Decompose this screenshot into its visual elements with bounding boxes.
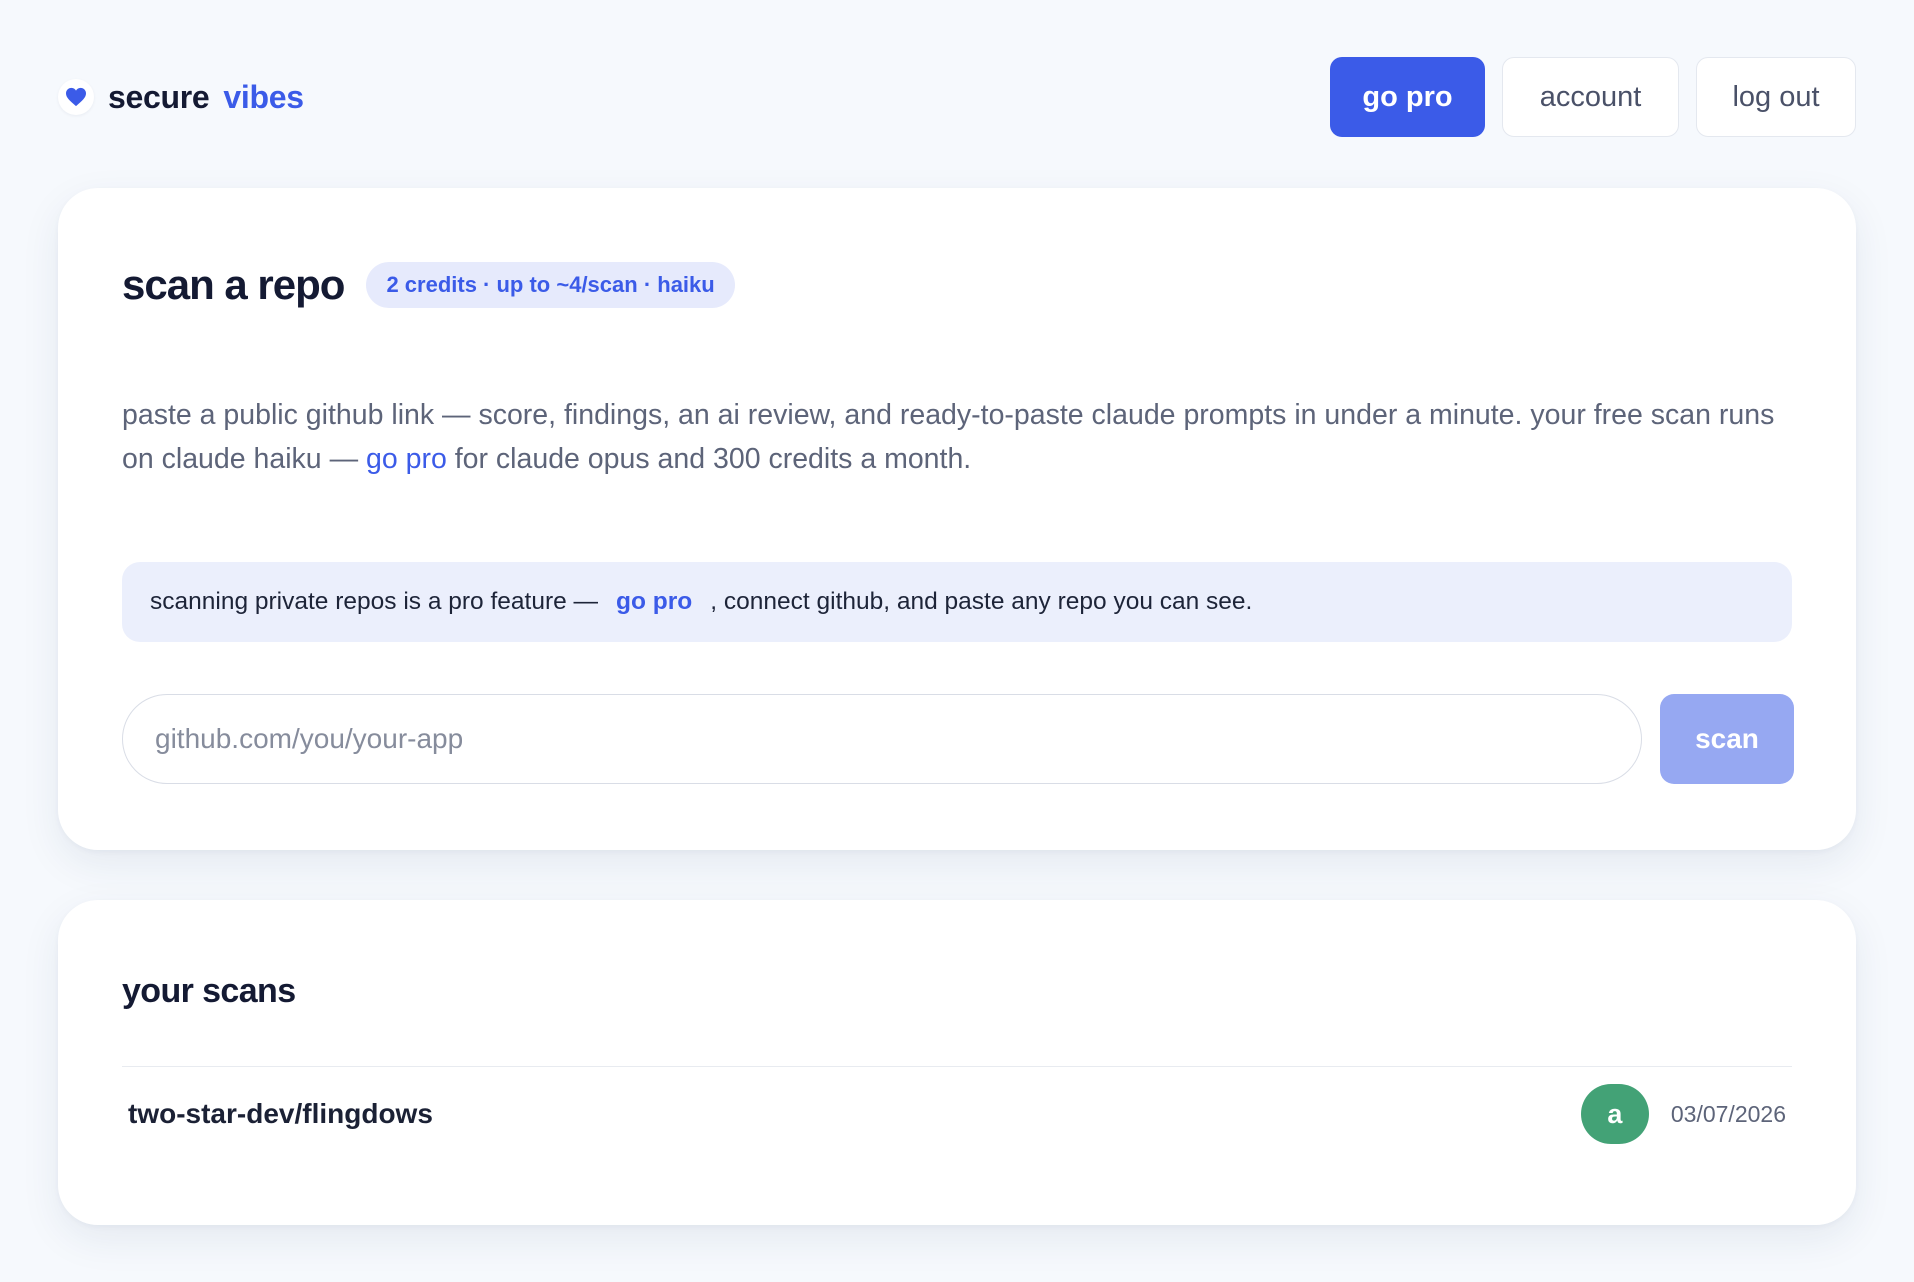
header-nav: go pro account log out	[1330, 57, 1856, 137]
log-out-button[interactable]: log out	[1696, 57, 1856, 137]
notice-text-1: scanning private repos is a pro feature …	[150, 588, 599, 615]
brand-word-secure: secure	[108, 78, 210, 115]
brand-word-vibes: vibes	[223, 78, 304, 115]
scan-list-item[interactable]: two-star-dev/flingdows a 03/07/2026	[122, 1083, 1792, 1145]
heart-icon	[58, 79, 94, 115]
scan-repo-name[interactable]: two-star-dev/flingdows	[122, 1098, 433, 1130]
page: secure vibes go pro account log out scan…	[0, 0, 1914, 1282]
scan-date: 03/07/2026	[1670, 1100, 1786, 1127]
account-button[interactable]: account	[1502, 57, 1679, 137]
credits-badge: 2 credits · up to ~4/scan · haiku	[366, 262, 735, 308]
private-repo-notice: scanning private repos is a pro feature …	[122, 562, 1792, 642]
scan-title-row: scan a repo 2 credits · up to ~4/scan · …	[122, 261, 735, 309]
notice-text-2: , connect github, and paste any repo you…	[710, 588, 1253, 615]
go-pro-button[interactable]: go pro	[1330, 57, 1485, 137]
grade-badge: a	[1580, 1084, 1649, 1144]
description-text-2: for claude opus and 300 credits a month.	[446, 443, 972, 475]
brand-name: secure vibes	[108, 79, 304, 116]
your-scans-card: your scans two-star-dev/flingdows a 03/0…	[58, 900, 1856, 1225]
repo-url-input[interactable]	[122, 694, 1642, 784]
divider	[122, 1066, 1792, 1067]
scan-repo-card: scan a repo 2 credits · up to ~4/scan · …	[58, 188, 1856, 850]
notice-go-pro-link[interactable]: go pro	[616, 588, 692, 616]
description-go-pro-link[interactable]: go pro	[366, 443, 447, 475]
scan-card-title: scan a repo	[122, 261, 345, 308]
scan-meta: a 03/07/2026	[1580, 1084, 1792, 1144]
scan-description: paste a public github link — score, find…	[122, 393, 1812, 481]
scan-button[interactable]: scan	[1660, 694, 1794, 784]
brand-logo[interactable]: secure vibes	[58, 79, 304, 116]
top-header: secure vibes go pro account log out	[58, 57, 1856, 137]
your-scans-title: your scans	[122, 972, 296, 1010]
scan-input-row: scan	[122, 694, 1794, 784]
